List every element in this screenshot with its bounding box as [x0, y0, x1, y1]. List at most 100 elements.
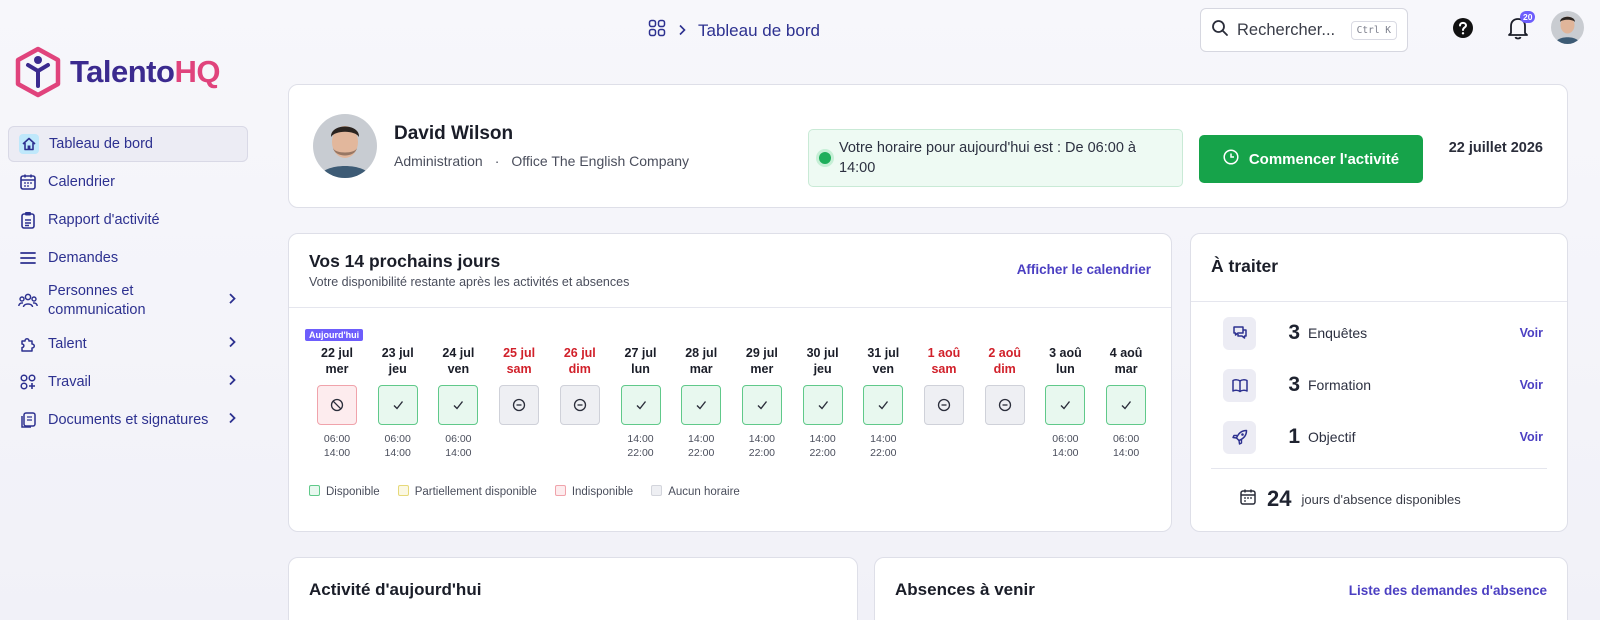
day-label: 22 jul mer	[309, 345, 365, 377]
day-availability-box[interactable]	[377, 385, 418, 425]
day-start-time: 06:00	[1112, 433, 1140, 445]
divider	[289, 307, 1171, 308]
sidebar-item-label: Demandes	[48, 250, 119, 266]
legend-item: Partiellement disponible	[397, 485, 537, 498]
day-label: 28 jul mar	[673, 345, 729, 377]
day-end-time: 14:00	[445, 447, 472, 459]
day-column: 4 aoû mar 06:00 14:00	[1098, 333, 1154, 460]
sidebar-item-label: Documents et signatures	[48, 412, 209, 428]
check-icon	[694, 398, 708, 412]
day-date: 24 jul	[442, 346, 475, 360]
day-column: 24 jul ven 06:00 14:00	[430, 333, 486, 460]
minus-circle-icon	[512, 398, 526, 412]
search-input[interactable]: Rechercher... Ctrl K	[1200, 8, 1408, 52]
start-activity-label: Commencer l'activité	[1248, 150, 1400, 168]
legend-label: Disponible	[326, 486, 380, 498]
sidebar-item-documents[interactable]: Documents et signatures	[8, 402, 248, 438]
day-availability-box[interactable]	[499, 385, 540, 425]
day-start-time: 14:00	[627, 433, 654, 445]
show-calendar-link[interactable]: Afficher le calendrier	[1017, 262, 1151, 277]
check-icon	[391, 398, 405, 412]
day-date: 28 jul	[685, 346, 718, 360]
apps-grid-icon[interactable]	[648, 19, 666, 42]
day-availability-box[interactable]	[1106, 385, 1147, 425]
day-end-time: 22:00	[748, 447, 776, 459]
breadcrumb: Tableau de bord	[648, 19, 820, 42]
user-avatar[interactable]	[1551, 11, 1584, 44]
legend-swatch	[309, 485, 320, 496]
legend-label: Aucun horaire	[668, 486, 740, 498]
breadcrumb-current[interactable]: Tableau de bord	[698, 21, 820, 41]
day-label: 30 jul jeu	[795, 345, 851, 377]
day-label: 29 jul mer	[734, 345, 790, 377]
profile-name: David Wilson	[394, 123, 514, 144]
todo-count: 3	[1288, 321, 1300, 344]
day-label: 4 aoû mar	[1098, 345, 1154, 377]
day-availability-box[interactable]	[984, 385, 1025, 425]
legend-item: Disponible	[309, 485, 380, 498]
sidebar-item-calendar[interactable]: Calendrier	[8, 164, 248, 200]
today-badge: Aujourd'hui	[305, 329, 364, 341]
day-availability-box[interactable]	[620, 385, 661, 425]
day-end-time: 14:00	[323, 447, 351, 459]
view-surveys-link[interactable]: Voir	[1520, 326, 1543, 340]
sidebar-item-requests[interactable]: Demandes	[8, 240, 248, 276]
day-column: 26 jul dim	[552, 333, 608, 425]
day-availability-box[interactable]	[741, 385, 782, 425]
day-hours: 14:00 22:00	[795, 432, 851, 460]
sidebar-item-people[interactable]: Personnes et communication	[8, 278, 248, 324]
sidebar-item-activity-report[interactable]: Rapport d'activité	[8, 202, 248, 238]
day-weekday: mer	[325, 362, 349, 376]
day-start-time: 06:00	[1052, 433, 1079, 445]
day-date: 31 jul	[867, 346, 900, 360]
sidebar-item-dashboard[interactable]: Tableau de bord	[8, 126, 248, 162]
day-availability-box[interactable]	[681, 385, 722, 425]
day-label: 26 jul dim	[552, 345, 608, 377]
view-training-link[interactable]: Voir	[1520, 378, 1543, 392]
sidebar-item-talent[interactable]: Talent	[8, 326, 248, 362]
profile-avatar	[313, 114, 377, 178]
help-icon[interactable]	[1452, 17, 1474, 44]
day-availability-box[interactable]	[317, 385, 357, 425]
profile-office: Office The English Company	[511, 153, 690, 169]
start-activity-button[interactable]: Commencer l'activité	[1199, 135, 1423, 183]
day-label: 2 aoû dim	[977, 345, 1033, 377]
day-availability-box[interactable]	[438, 385, 479, 425]
day-label: 27 jul lun	[613, 345, 669, 377]
day-label: 1 aoû sam	[916, 345, 972, 377]
absence-requests-link[interactable]: Liste des demandes d'absence	[1349, 583, 1547, 598]
day-column: 23 jul jeu 06:00 14:00	[370, 333, 426, 460]
absence-days-label: jours d'absence disponibles	[1301, 491, 1461, 507]
legend-swatch	[554, 485, 566, 496]
chevron-right-icon	[228, 374, 236, 390]
day-availability-box[interactable]	[863, 385, 904, 425]
day-date: 1 aoû	[927, 346, 961, 360]
day-availability-box[interactable]	[924, 385, 964, 425]
view-goal-link[interactable]: Voir	[1520, 430, 1543, 444]
chevron-right-icon	[228, 412, 236, 428]
app-logo[interactable]: TalentoHQ	[14, 46, 220, 98]
day-weekday: jeu	[813, 362, 832, 376]
logo-cube-icon	[15, 46, 61, 98]
legend-item: Aucun horaire	[651, 485, 740, 498]
day-hours: 06:00 14:00	[370, 432, 426, 460]
day-availability-box[interactable]	[1045, 385, 1086, 425]
day-availability-box[interactable]	[559, 385, 600, 425]
status-dot-icon	[819, 152, 831, 164]
profile-department: Administration	[394, 153, 483, 169]
check-icon	[816, 398, 830, 412]
day-date: 25 jul	[503, 346, 536, 360]
legend-label: Partiellement disponible	[414, 486, 537, 498]
chevron-right-icon	[228, 336, 236, 352]
day-column: 1 aoû sam	[916, 333, 972, 425]
grid-icon	[18, 372, 38, 392]
day-date: 26 jul	[563, 346, 596, 360]
sidebar-item-label: Calendrier	[48, 174, 115, 190]
sidebar-item-work[interactable]: Travail	[8, 364, 248, 400]
calendar-icon	[1239, 488, 1257, 511]
sidebar-item-label: Rapport d'activité	[48, 212, 160, 228]
day-hours: 06:00 14:00	[309, 432, 365, 460]
day-end-time: 14:00	[1052, 447, 1079, 459]
day-label: 24 jul ven	[430, 345, 486, 377]
day-availability-box[interactable]	[802, 385, 843, 425]
